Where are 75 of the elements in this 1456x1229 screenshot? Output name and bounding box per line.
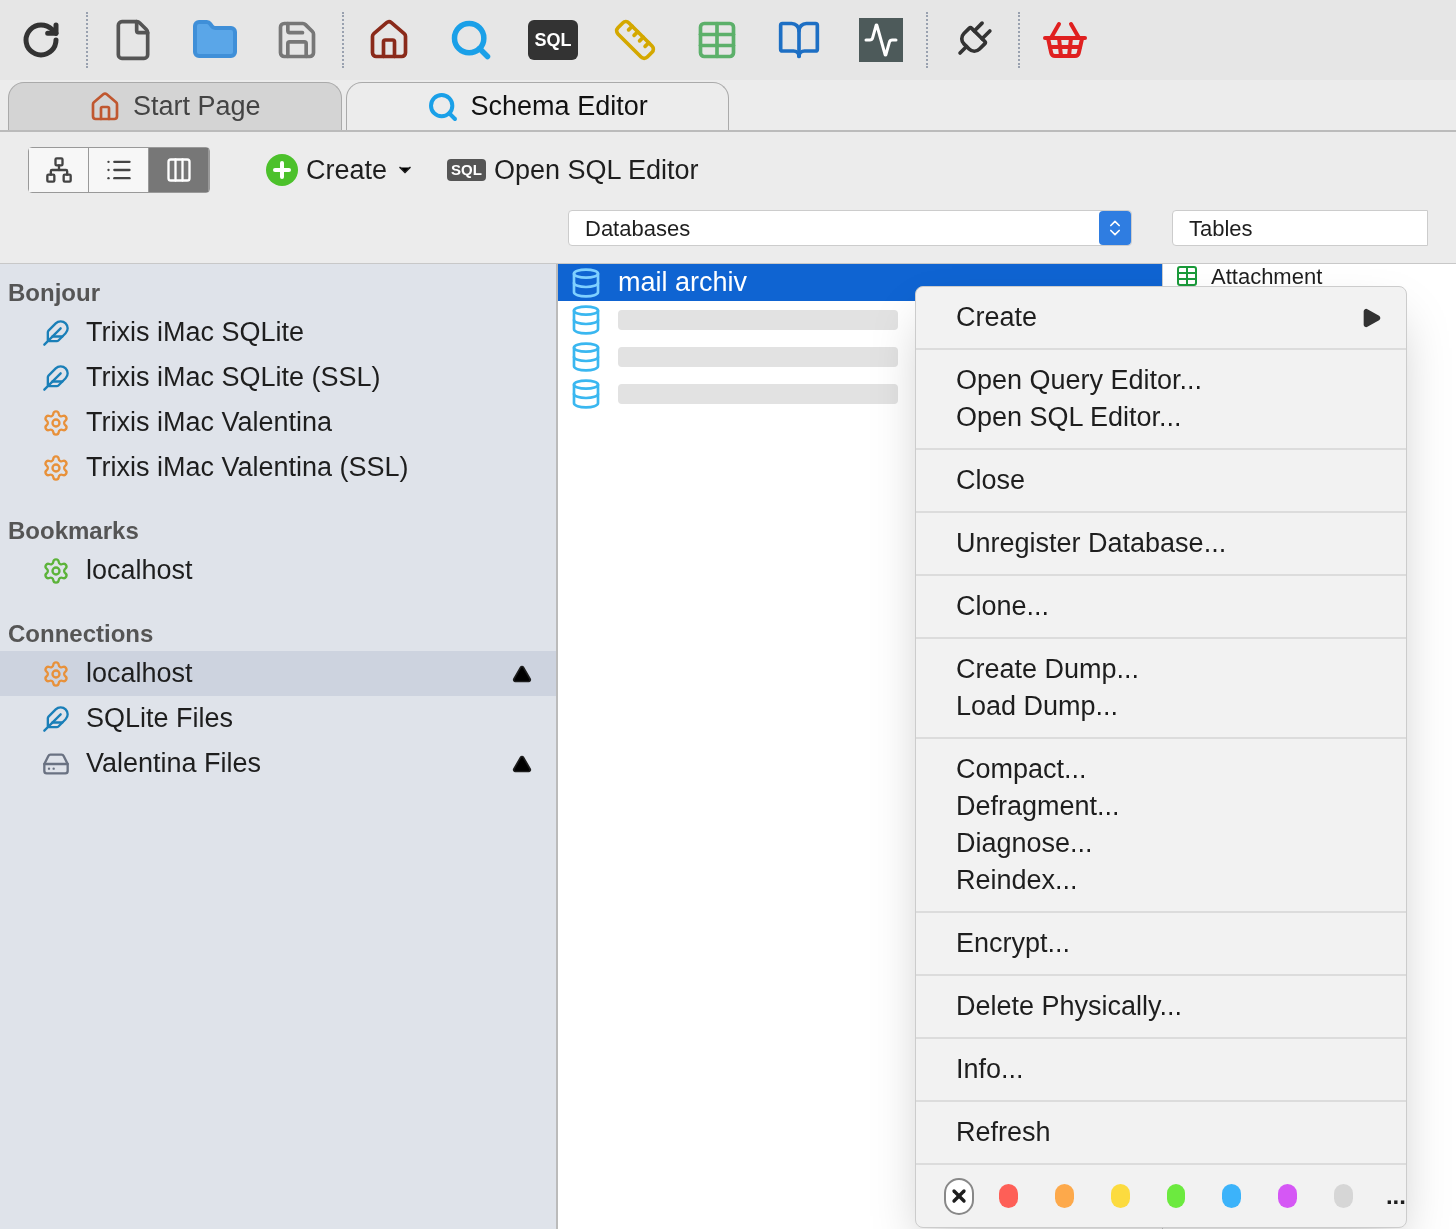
gear-icon bbox=[42, 408, 70, 437]
menu-item[interactable]: Create bbox=[916, 299, 1406, 336]
table-icon bbox=[1175, 264, 1199, 288]
sidebar-item[interactable]: Trixis iMac Valentina bbox=[0, 400, 556, 445]
menu-item-label: Diagnose... bbox=[956, 827, 1093, 861]
menu-item-label: Load Dump... bbox=[956, 690, 1119, 724]
section-heading: Connections bbox=[7, 619, 155, 649]
view-toggle[interactable] bbox=[89, 148, 149, 192]
menu-item-label: Close bbox=[956, 464, 1026, 498]
stepper-icon[interactable] bbox=[1099, 211, 1131, 245]
menu-item[interactable]: Refresh bbox=[916, 1114, 1406, 1151]
open-sql-editor-button[interactable]: SQL Open SQL Editor bbox=[447, 149, 699, 191]
tab[interactable]: Schema Editor bbox=[345, 82, 729, 130]
menu-item-label: Create bbox=[956, 301, 1038, 335]
sidebar-item[interactable]: Trixis iMac Valentina (SSL) bbox=[0, 445, 556, 490]
view-toggle[interactable] bbox=[149, 148, 209, 192]
sql-icon[interactable]: SQL bbox=[528, 20, 578, 60]
search-icon bbox=[426, 90, 459, 123]
menu-item[interactable]: Open Query Editor... bbox=[916, 362, 1406, 399]
menu-item[interactable]: Clone... bbox=[916, 588, 1406, 625]
menu-item-label: Open Query Editor... bbox=[956, 364, 1203, 398]
menu-item-label: Clone... bbox=[956, 590, 1050, 624]
menu-item-label: Compact... bbox=[956, 753, 1087, 787]
hierarchy-icon bbox=[44, 156, 73, 184]
menu-item-label: Reindex... bbox=[956, 864, 1078, 898]
menu-item[interactable]: Load Dump... bbox=[916, 688, 1406, 725]
menu-item[interactable]: Defragment... bbox=[916, 788, 1406, 825]
menu-item-label: Refresh bbox=[956, 1116, 1051, 1150]
section-heading: Bonjour bbox=[7, 278, 101, 308]
gear-icon bbox=[42, 659, 70, 688]
sidebar-item[interactable]: localhost bbox=[0, 548, 556, 593]
create-button[interactable]: Create bbox=[266, 149, 416, 191]
menu-item[interactable]: Delete Physically... bbox=[916, 988, 1406, 1025]
menu-item[interactable]: Unregister Database... bbox=[916, 525, 1406, 562]
sidebar-item[interactable]: localhost bbox=[0, 651, 556, 696]
menu-item-label: Unregister Database... bbox=[956, 527, 1227, 561]
menu-item-label: Info... bbox=[956, 1053, 1024, 1087]
home-icon bbox=[89, 90, 121, 123]
feather-icon bbox=[42, 704, 70, 733]
database-icon bbox=[570, 266, 602, 299]
menu-item[interactable]: Info... bbox=[916, 1051, 1406, 1088]
submenu-arrow-icon bbox=[1362, 307, 1382, 328]
sql-icon: SQL bbox=[447, 158, 486, 182]
section-heading: Bookmarks bbox=[7, 516, 140, 546]
tab[interactable]: Start Page bbox=[8, 82, 342, 130]
sidebar-item[interactable]: SQLite Files bbox=[0, 696, 556, 741]
feather-icon bbox=[42, 318, 70, 347]
eject-icon[interactable] bbox=[512, 753, 532, 774]
menu-item[interactable]: Reindex... bbox=[916, 862, 1406, 899]
menu-item-label: Open SQL Editor... bbox=[956, 401, 1182, 435]
columns-icon bbox=[164, 156, 193, 184]
gear-icon bbox=[42, 453, 70, 482]
menu-item-label: Defragment... bbox=[956, 790, 1120, 824]
menu-item-label: Delete Physically... bbox=[956, 990, 1183, 1024]
view-toggle[interactable] bbox=[29, 148, 89, 192]
eject-icon[interactable] bbox=[512, 663, 532, 684]
tables-dropdown[interactable]: Tables bbox=[1172, 210, 1428, 246]
databases-dropdown[interactable]: Databases bbox=[568, 210, 1132, 246]
sidebar-item[interactable]: Valentina Files bbox=[0, 741, 556, 786]
more-colors-button[interactable]: ... bbox=[1385, 1178, 1406, 1214]
menu-item[interactable]: Create Dump... bbox=[916, 651, 1406, 688]
sidebar-item[interactable]: Trixis iMac SQLite bbox=[0, 310, 556, 355]
feather-icon bbox=[42, 363, 70, 392]
table-name: Attachment bbox=[1211, 262, 1323, 291]
plus-icon bbox=[266, 154, 298, 186]
sidebar-item[interactable]: Trixis iMac SQLite (SSL) bbox=[0, 355, 556, 400]
menu-item[interactable]: Encrypt... bbox=[916, 925, 1406, 962]
menu-item[interactable]: Diagnose... bbox=[916, 825, 1406, 862]
menu-item-label: Create Dump... bbox=[956, 653, 1140, 687]
menu-item[interactable]: Close bbox=[916, 462, 1406, 499]
menu-item[interactable]: Open SQL Editor... bbox=[916, 399, 1406, 436]
gear-icon bbox=[42, 556, 70, 585]
menu-item[interactable]: Compact... bbox=[916, 751, 1406, 788]
no-color-button[interactable] bbox=[944, 1177, 974, 1215]
menu-item-label: Encrypt... bbox=[956, 927, 1071, 961]
